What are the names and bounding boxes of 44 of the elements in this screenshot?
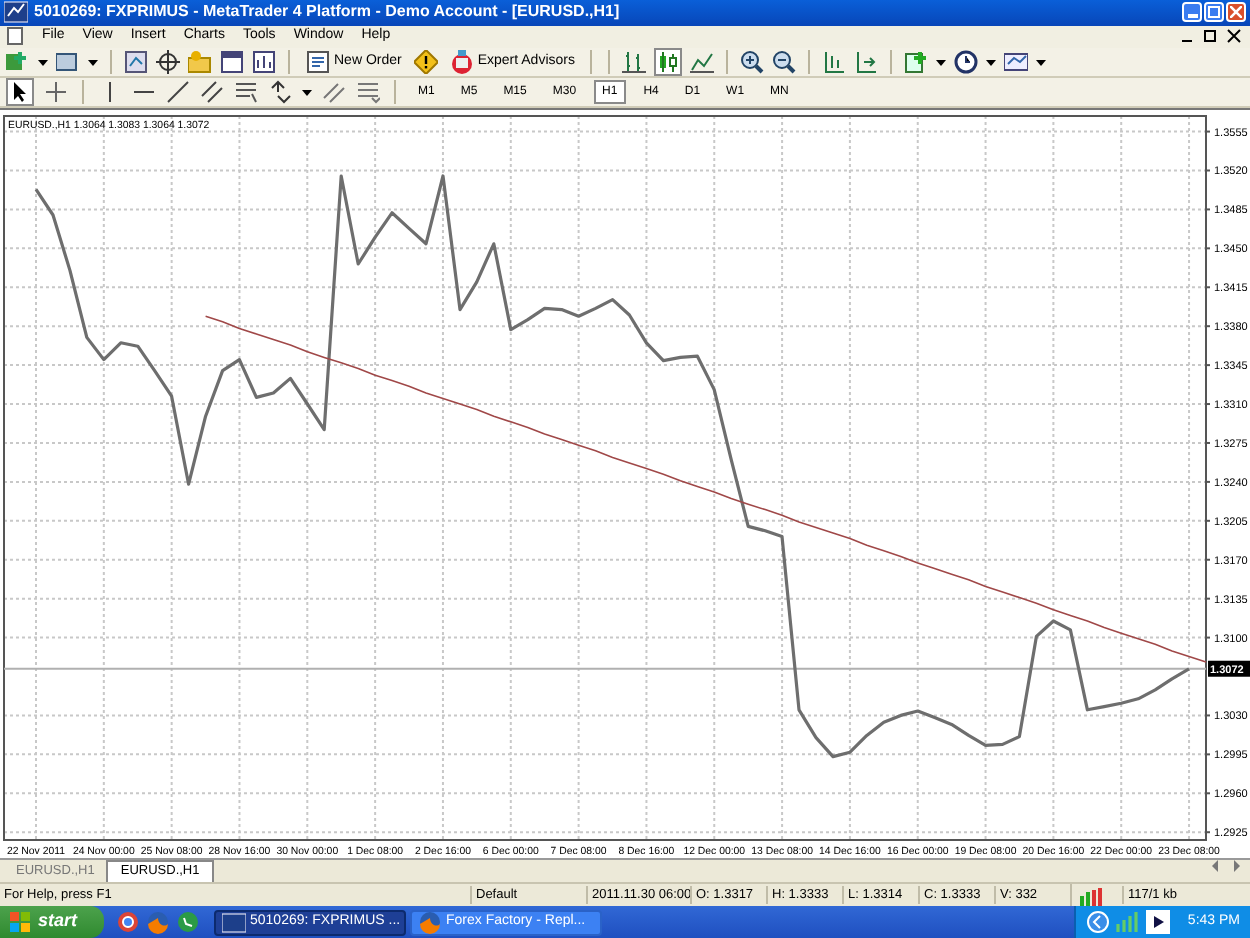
close-button[interactable] <box>1226 2 1246 23</box>
arrows-icon[interactable] <box>268 80 292 104</box>
maximize-icon <box>1208 6 1220 19</box>
browser-icon[interactable] <box>116 910 140 934</box>
start-button[interactable]: start <box>0 906 104 938</box>
app-icon <box>222 910 246 934</box>
templates-icon[interactable] <box>1004 49 1029 74</box>
app-icon <box>4 0 28 25</box>
zoom-out-icon[interactable] <box>772 49 797 74</box>
line-chart-icon[interactable] <box>690 49 715 74</box>
scroll-right-icon[interactable] <box>1232 854 1242 878</box>
window-icon[interactable] <box>220 49 244 74</box>
document-icon <box>4 24 24 49</box>
fox-browser-icon <box>418 910 442 934</box>
close-icon <box>1230 6 1242 19</box>
candle-drawing <box>656 49 681 74</box>
indicators-icon[interactable] <box>904 49 929 74</box>
phone-chat-icon[interactable] <box>176 910 200 934</box>
chart-window-icon[interactable] <box>124 49 148 74</box>
arrow-pointer-drawing <box>8 80 32 104</box>
connection-bars-icon <box>1080 883 1104 907</box>
parallel-lines-icon[interactable] <box>322 80 346 104</box>
clock-icon[interactable] <box>954 49 979 74</box>
crosshair-icon[interactable] <box>44 80 68 104</box>
order-icon <box>306 49 330 74</box>
maximize-button[interactable] <box>1204 2 1224 23</box>
minimize-button[interactable] <box>1182 2 1202 23</box>
minimize-icon <box>1187 14 1197 19</box>
autoscroll-icon[interactable] <box>854 49 879 74</box>
chart-shift-icon[interactable] <box>822 49 847 74</box>
text-lines-icon[interactable] <box>356 80 380 104</box>
bar-chart-drawing <box>622 49 647 74</box>
cursor-icon[interactable] <box>6 78 34 106</box>
windows-flag-icon <box>8 910 32 934</box>
window-title: 5010269: FXPRIMUS - MetaTrader 4 Platform - Demo Account - [EURUSD.,H1] <box>34 0 622 25</box>
bar-chart-icon[interactable] <box>622 49 647 74</box>
chart-doc-icon[interactable] <box>252 49 276 74</box>
trendline-icon[interactable] <box>166 80 190 104</box>
candlestick-icon[interactable] <box>654 47 683 76</box>
media-player-icon[interactable] <box>1145 910 1170 934</box>
alert-icon[interactable] <box>413 49 438 74</box>
profiles-icon[interactable] <box>56 49 80 74</box>
zoom-in-icon[interactable] <box>740 49 765 74</box>
crosshair-target-icon[interactable] <box>156 49 180 74</box>
